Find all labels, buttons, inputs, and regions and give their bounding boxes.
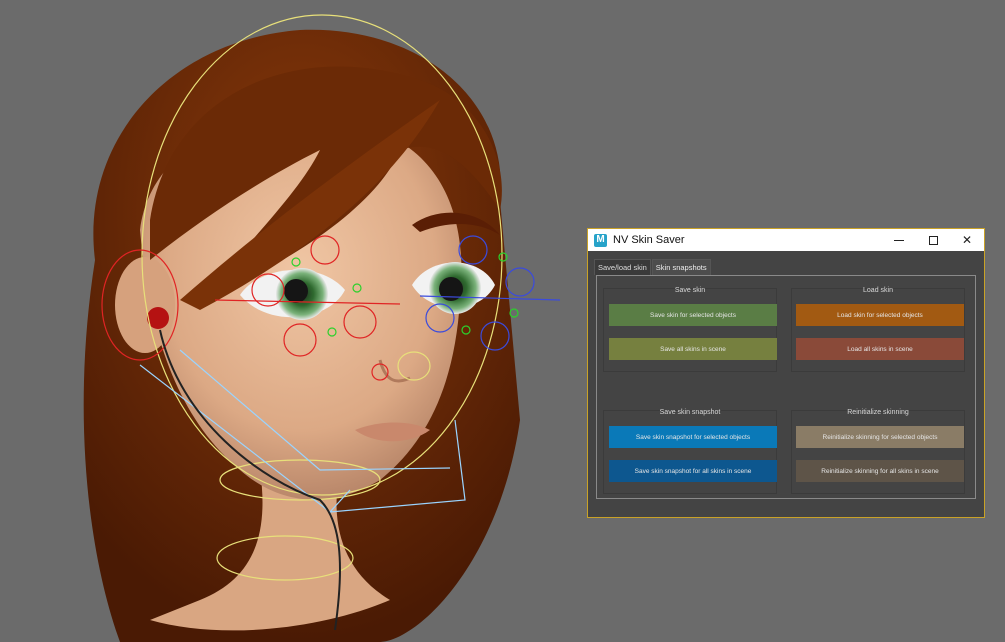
save-skin-title: Save skin — [674, 287, 706, 294]
close-button[interactable]: ✕ — [950, 229, 984, 251]
maya-app-icon: M — [594, 233, 607, 247]
tab-bar: Save/load skin Skin snapshots — [594, 259, 712, 275]
close-icon: ✕ — [961, 233, 973, 247]
minimize-icon — [894, 239, 904, 241]
minimize-button[interactable] — [882, 229, 916, 251]
save-snapshot-selected-button[interactable]: Save skin snapshot for selected objects — [609, 426, 777, 448]
save-snapshot-all-button[interactable]: Save skin snapshot for all skins in scen… — [609, 460, 777, 482]
save-snapshot-title: Save skin snapshot — [659, 409, 721, 416]
window-title: NV Skin Saver — [613, 234, 685, 246]
left-eye-pupil — [284, 279, 308, 303]
load-all-skins-button[interactable]: Load all skins in scene — [796, 338, 964, 360]
load-skin-selected-button[interactable]: Load skin for selected objects — [796, 304, 964, 326]
reinit-skinning-title: Reinitialize skinning — [847, 409, 909, 416]
maximize-button[interactable] — [916, 229, 950, 251]
save-skin-selected-button[interactable]: Save skin for selected objects — [609, 304, 777, 326]
tab-skin-snapshots[interactable]: Skin snapshots — [651, 259, 711, 275]
reinit-selected-button[interactable]: Reinitialize skinning for selected objec… — [796, 426, 964, 448]
ear — [115, 257, 175, 353]
save-all-skins-button[interactable]: Save all skins in scene — [609, 338, 777, 360]
reinit-all-button[interactable]: Reinitialize skinning for all skins in s… — [796, 460, 964, 482]
app-icon-letter: M — [596, 234, 605, 245]
tab-content-panel: Save skin Save skin for selected objects… — [596, 275, 976, 499]
maximize-icon — [928, 235, 938, 245]
titlebar[interactable]: M NV Skin Saver ✕ — [588, 229, 984, 251]
load-skin-title: Load skin — [863, 287, 893, 294]
nv-skin-saver-window[interactable]: M NV Skin Saver ✕ Save/load skin Skin sn… — [587, 228, 985, 518]
tab-save-load-skin[interactable]: Save/load skin — [594, 259, 651, 275]
